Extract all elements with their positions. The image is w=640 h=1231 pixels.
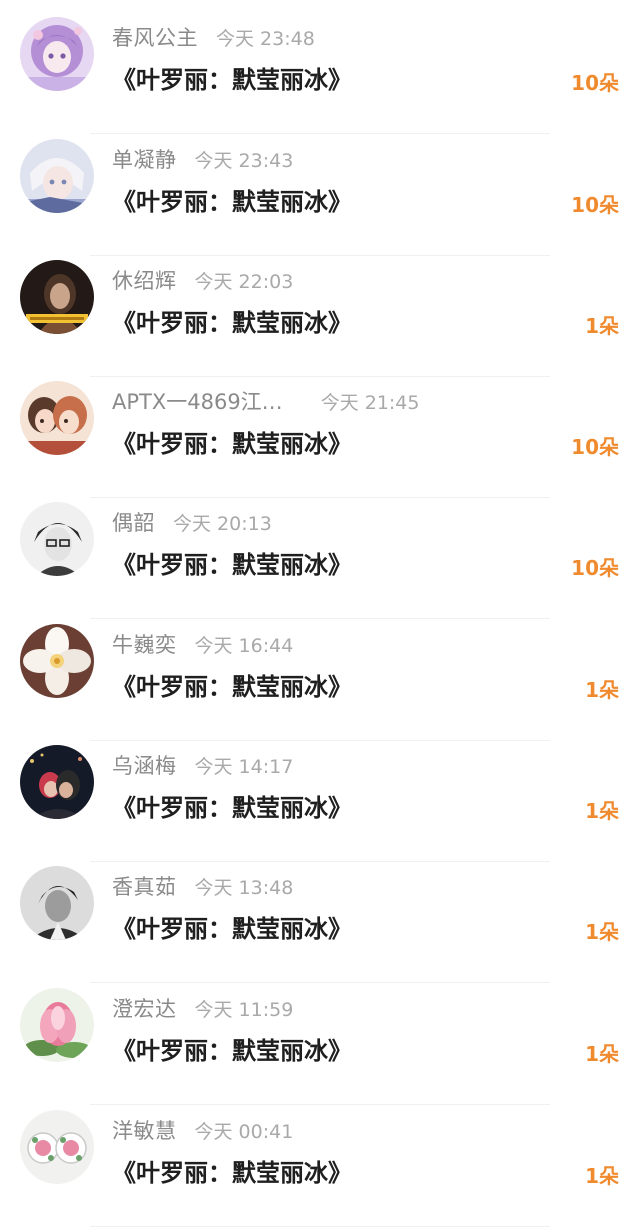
list-item[interactable]: 乌涵梅 今天 14:17 《叶罗丽：默莹丽冰》 1朵 <box>0 745 640 866</box>
divider <box>90 1104 550 1105</box>
timestamp: 今天 23:48 <box>216 28 315 50</box>
divider <box>90 376 550 377</box>
list-item[interactable]: 澄宏达 今天 11:59 《叶罗丽：默莹丽冰》 1朵 <box>0 988 640 1109</box>
list-item[interactable]: 休绍辉 今天 22:03 《叶罗丽：默莹丽冰》 1朵 <box>0 260 640 381</box>
list-item[interactable]: 偶韶 今天 20:13 《叶罗丽：默莹丽冰》 10朵 <box>0 502 640 623</box>
timestamp: 今天 13:48 <box>194 877 294 899</box>
avatar[interactable] <box>20 502 94 576</box>
white-flower-avatar-icon <box>20 624 94 698</box>
divider <box>90 861 550 862</box>
timestamp: 今天 20:13 <box>173 513 272 535</box>
list-item[interactable]: 牛巍奕 今天 16:44 《叶罗丽：默莹丽冰》 1朵 <box>0 624 640 745</box>
work-title[interactable]: 《叶罗丽：默莹丽冰》 <box>112 427 352 461</box>
work-title[interactable]: 《叶罗丽：默莹丽冰》 <box>112 791 352 825</box>
avatar[interactable] <box>20 139 94 213</box>
flower-count: 1朵 <box>585 799 619 823</box>
flower-count: 1朵 <box>585 920 619 944</box>
user-name[interactable]: APTX一4869江… <box>112 390 283 414</box>
avatar[interactable] <box>20 866 94 940</box>
user-name[interactable]: 休绍辉 <box>112 269 177 293</box>
work-title[interactable]: 《叶罗丽：默莹丽冰》 <box>112 670 352 704</box>
monochrome-man-avatar-icon <box>20 866 94 940</box>
timestamp: 今天 21:45 <box>320 392 420 414</box>
work-title[interactable]: 《叶罗丽：默莹丽冰》 <box>112 185 352 219</box>
user-name[interactable]: 牛巍奕 <box>112 633 177 657</box>
flower-count: 1朵 <box>585 678 619 702</box>
user-name[interactable]: 春风公主 <box>112 26 198 50</box>
timestamp: 今天 16:44 <box>194 635 294 657</box>
avatar[interactable] <box>20 381 94 455</box>
work-title[interactable]: 《叶罗丽：默莹丽冰》 <box>112 1034 352 1068</box>
avatar[interactable] <box>20 1110 94 1184</box>
timestamp: 今天 22:03 <box>194 271 294 293</box>
work-title[interactable]: 《叶罗丽：默莹丽冰》 <box>112 306 352 340</box>
user-name[interactable]: 乌涵梅 <box>112 754 177 778</box>
divider <box>90 497 550 498</box>
user-name[interactable]: 香真茹 <box>112 875 177 899</box>
user-name[interactable]: 洋敏慧 <box>112 1119 177 1143</box>
flower-count: 10朵 <box>571 193 619 217</box>
flower-count: 1朵 <box>585 1164 619 1188</box>
flower-count: 1朵 <box>585 314 619 338</box>
user-name[interactable]: 单凝静 <box>112 148 177 172</box>
white-hair-boy-avatar-icon <box>20 139 94 213</box>
divider <box>90 740 550 741</box>
work-title[interactable]: 《叶罗丽：默莹丽冰》 <box>112 548 352 582</box>
flower-count: 10朵 <box>571 435 619 459</box>
timestamp: 今天 11:59 <box>194 999 294 1021</box>
work-title[interactable]: 《叶罗丽：默莹丽冰》 <box>112 1156 352 1190</box>
floral-earrings-avatar-icon <box>20 1110 94 1184</box>
list-item[interactable]: 春风公主 今天 23:48 《叶罗丽：默莹丽冰》 10朵 <box>0 17 640 138</box>
user-name[interactable]: 澄宏达 <box>112 997 177 1021</box>
avatar[interactable] <box>20 745 94 819</box>
divider <box>90 133 550 134</box>
sketch-boy-glasses-avatar-icon <box>20 502 94 576</box>
avatar[interactable] <box>20 260 94 334</box>
avatar[interactable] <box>20 17 94 91</box>
timestamp: 今天 00:41 <box>194 1121 294 1143</box>
list-item[interactable]: APTX一4869江… 今天 21:45 《叶罗丽：默莹丽冰》 10朵 <box>0 381 640 502</box>
list-item[interactable]: 单凝静 今天 23:43 《叶罗丽：默莹丽冰》 10朵 <box>0 139 640 260</box>
timestamp: 今天 14:17 <box>194 756 294 778</box>
timestamp: 今天 23:43 <box>194 150 294 172</box>
flower-count: 1朵 <box>585 1042 619 1066</box>
avatar[interactable] <box>20 624 94 698</box>
night-city-couple-avatar-icon <box>20 745 94 819</box>
divider <box>90 982 550 983</box>
divider <box>90 618 550 619</box>
gift-record-list: 春风公主 今天 23:48 《叶罗丽：默莹丽冰》 10朵 单凝静 今天 23:43 … <box>0 0 640 1227</box>
divider <box>90 1226 550 1227</box>
divider <box>90 255 550 256</box>
list-item[interactable]: 洋敏慧 今天 00:41 《叶罗丽：默莹丽冰》 1朵 <box>0 1110 640 1231</box>
user-name[interactable]: 偶韶 <box>112 511 155 535</box>
anime-couple-avatar-icon <box>20 381 94 455</box>
pink-lotus-avatar-icon <box>20 988 94 1062</box>
work-title[interactable]: 《叶罗丽：默莹丽冰》 <box>112 912 352 946</box>
list-item[interactable]: 香真茹 今天 13:48 《叶罗丽：默莹丽冰》 1朵 <box>0 866 640 987</box>
dark-hooded-person-avatar-icon <box>20 260 94 334</box>
flower-count: 10朵 <box>571 71 619 95</box>
purple-hair-girl-avatar-icon <box>20 17 94 91</box>
avatar[interactable] <box>20 988 94 1062</box>
flower-count: 10朵 <box>571 556 619 580</box>
work-title[interactable]: 《叶罗丽：默莹丽冰》 <box>112 63 352 97</box>
